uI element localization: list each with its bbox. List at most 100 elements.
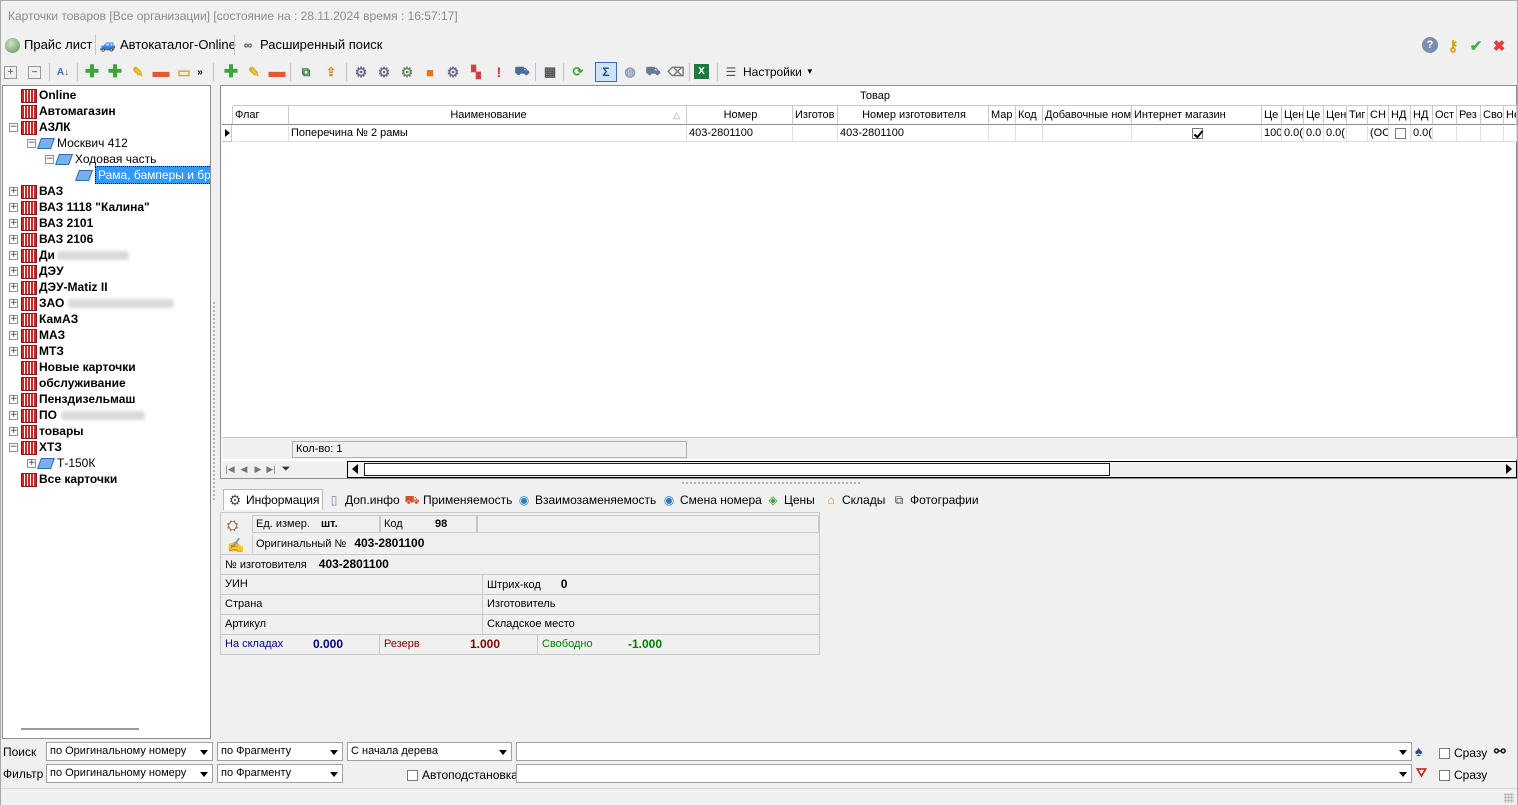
- column-header[interactable]: Цен: [1282, 106, 1304, 125]
- resize-grip-icon[interactable]: [1504, 793, 1514, 803]
- tree-node[interactable]: + ЗАО: [9, 295, 175, 311]
- tree-node[interactable]: + Т-150К: [27, 455, 95, 471]
- expand-toggle-icon[interactable]: +: [9, 250, 18, 260]
- tree-node[interactable]: + ВАЗ: [9, 183, 63, 199]
- column-header[interactable]: Рез: [1457, 106, 1481, 125]
- scroll-thumb[interactable]: [364, 463, 1110, 476]
- tree-node[interactable]: + ВАЗ 1118 "Калина": [9, 199, 150, 215]
- refresh-list-icon[interactable]: ⟳: [568, 62, 588, 82]
- column-header[interactable]: Флаг: [233, 106, 289, 125]
- column-header[interactable]: Мар: [989, 106, 1016, 125]
- horizontal-scrollbar[interactable]: [347, 461, 1517, 478]
- last-record-icon[interactable]: ▶|: [265, 462, 277, 476]
- search-mode-select[interactable]: по Оригинальному номеру: [46, 742, 213, 761]
- add-child-icon[interactable]: ✚: [105, 62, 125, 82]
- column-header[interactable]: Цен: [1324, 106, 1347, 125]
- delete-minus-icon[interactable]: ▬: [151, 62, 171, 82]
- binoculars-search-icon[interactable]: ♠: [1415, 743, 1422, 759]
- expand-toggle-icon[interactable]: +: [9, 234, 18, 244]
- tab-info[interactable]: ⚙ Информация: [223, 489, 324, 510]
- add-icon[interactable]: ✚: [82, 62, 102, 82]
- tree-node[interactable]: + ВАЗ 2101: [9, 215, 93, 231]
- column-header[interactable]: Тиг: [1347, 106, 1368, 125]
- car-search-icon[interactable]: ⛟: [643, 62, 663, 82]
- checkbox-box[interactable]: [1439, 769, 1450, 781]
- column-header[interactable]: СН: [1368, 106, 1389, 125]
- binoculars-icon[interactable]: ⚯: [1494, 743, 1506, 760]
- excel-icon[interactable]: X: [694, 64, 709, 79]
- tree-node[interactable]: Автомагазин: [9, 103, 116, 119]
- collapse-toggle-icon[interactable]: −: [27, 138, 36, 148]
- tab-warehouses[interactable]: ⌂ Склады: [823, 490, 885, 510]
- vertical-splitter-handle[interactable]: [212, 301, 216, 501]
- expand-toggle-icon[interactable]: +: [9, 282, 18, 292]
- filter-funnel-icon[interactable]: ⏷: [280, 462, 292, 476]
- tab-interchangeability[interactable]: ◉ Взаимозаменяемость: [516, 490, 657, 510]
- expand-toggle-icon[interactable]: +: [9, 346, 18, 356]
- tree-node[interactable]: − АЗЛК: [9, 119, 71, 135]
- gear-add-icon[interactable]: ⚙: [397, 62, 417, 82]
- tree-node[interactable]: + товары: [9, 423, 84, 439]
- cell-maker-number[interactable]: 403-2801100: [838, 125, 989, 142]
- tab-applicability[interactable]: ⛟ Применяемость: [404, 490, 512, 510]
- tree-node[interactable]: обслуживание: [9, 375, 126, 391]
- edit-pencil-icon[interactable]: ✎: [128, 62, 148, 82]
- expand-toggle-icon[interactable]: +: [9, 266, 18, 276]
- copy-icon[interactable]: ⧉: [296, 62, 316, 82]
- collapse-toggle-icon[interactable]: −: [9, 442, 18, 452]
- cell-extra-numbers[interactable]: [1043, 125, 1132, 142]
- cell-nd[interactable]: 0.0(: [1411, 125, 1433, 142]
- edit-item-icon[interactable]: ✎: [244, 62, 264, 82]
- advanced-search-button[interactable]: ∞ Расширенный поиск: [240, 34, 383, 56]
- cell-reserve[interactable]: [1457, 125, 1481, 142]
- cell-price1[interactable]: 100: [1262, 125, 1282, 142]
- tree-node[interactable]: − ХТЗ: [9, 439, 62, 455]
- tree-scrollbar[interactable]: [21, 728, 139, 730]
- key-icon[interactable]: ⚷: [1444, 37, 1462, 55]
- column-header[interactable]: Це: [1262, 106, 1282, 125]
- collapse-all-icon[interactable]: −: [28, 66, 41, 79]
- collapse-toggle-icon[interactable]: −: [45, 154, 54, 164]
- column-header[interactable]: Наименование △: [289, 106, 687, 125]
- tree-node[interactable]: Все карточки: [9, 471, 117, 487]
- cell-sn[interactable]: (ОС: [1368, 125, 1389, 142]
- gear-alert-icon[interactable]: ⚙: [443, 62, 463, 82]
- more-chevron-icon[interactable]: »: [195, 62, 205, 82]
- column-header[interactable]: Не: [1504, 106, 1517, 125]
- expand-toggle-icon[interactable]: +: [9, 218, 18, 228]
- expand-toggle-icon[interactable]: +: [9, 394, 18, 404]
- car-small-icon[interactable]: ⛟: [512, 62, 532, 82]
- cell-code[interactable]: [1016, 125, 1043, 142]
- tree-node[interactable]: + ВАЗ 2106: [9, 231, 93, 247]
- disk-icon[interactable]: ◍: [620, 62, 640, 82]
- cell-mark[interactable]: [989, 125, 1016, 142]
- calculator-icon[interactable]: ▦: [540, 62, 560, 82]
- cell-number[interactable]: 403-2801100: [687, 125, 793, 142]
- settings-menu[interactable]: ☰ Настройки ▼: [723, 61, 814, 83]
- column-header[interactable]: Интернет магазин: [1132, 106, 1262, 125]
- filter-input[interactable]: [516, 764, 1412, 783]
- checkbox-box[interactable]: [1439, 747, 1450, 759]
- expand-toggle-icon[interactable]: +: [9, 186, 18, 196]
- prev-record-icon[interactable]: ◀: [238, 462, 250, 476]
- column-header[interactable]: Код: [1016, 106, 1043, 125]
- filter-mode-select[interactable]: по Оригинальному номеру: [46, 764, 213, 783]
- cell-flag[interactable]: [233, 125, 289, 142]
- expand-toggle-icon[interactable]: +: [9, 426, 18, 436]
- expand-toggle-icon[interactable]: +: [9, 330, 18, 340]
- horizontal-splitter-handle[interactable]: [681, 481, 861, 485]
- cell-maker[interactable]: [793, 125, 838, 142]
- autocatalog-button[interactable]: 🚙 Автокаталог-Online: [100, 34, 236, 56]
- tree-node[interactable]: + ДЭУ: [9, 263, 64, 279]
- cell-price4[interactable]: 0.0(: [1324, 125, 1347, 142]
- scroll-left-icon[interactable]: [352, 464, 358, 474]
- expand-toggle-icon[interactable]: +: [9, 298, 18, 308]
- tree-node[interactable]: Новые карточки: [9, 359, 136, 375]
- move-folder-icon[interactable]: ⇪: [321, 62, 341, 82]
- tree-node[interactable]: + ДЭУ-Matiz II: [9, 279, 108, 295]
- column-header[interactable]: Добавочные ном: [1043, 106, 1132, 125]
- add-item-icon[interactable]: ✚: [221, 62, 241, 82]
- category-tree[interactable]: Online Автомагазин − АЗЛК − Москвич 412 − Х…: [2, 85, 211, 739]
- expand-all-icon[interactable]: +: [4, 66, 17, 79]
- cell-internet-shop[interactable]: [1132, 125, 1262, 142]
